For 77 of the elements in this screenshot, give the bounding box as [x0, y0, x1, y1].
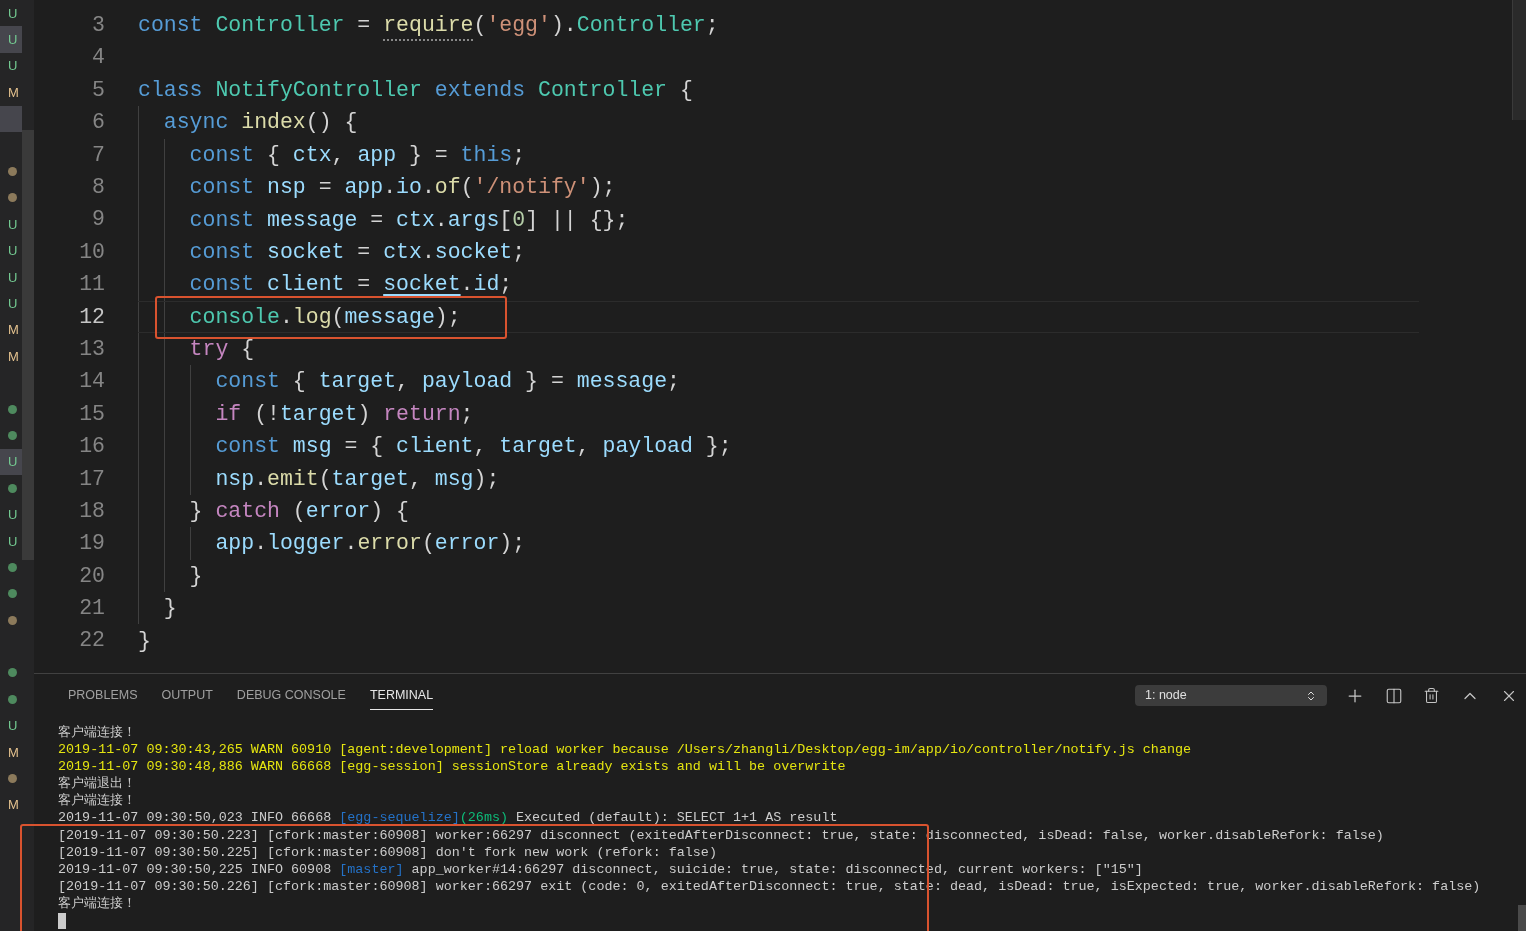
split-icon[interactable]	[1385, 686, 1403, 705]
git-status-letter: M	[8, 745, 19, 759]
line-number: 21	[78, 595, 105, 623]
line-number: 16	[78, 433, 105, 461]
trash-icon[interactable]	[1423, 687, 1440, 704]
code-line: const message = ctx.args[0] || {};	[189, 207, 629, 232]
git-status-letter: M	[8, 798, 19, 812]
explorer-row[interactable]: U	[0, 448, 22, 476]
line-number: 14	[78, 368, 105, 396]
code-line: }	[189, 563, 203, 588]
line-number: 15	[78, 400, 105, 428]
code-line: const { target, payload } = message;	[215, 369, 680, 394]
line-number: 19	[78, 530, 105, 558]
terminal-line: 2019-11-07 09:30:48,886 WARN 66668 [egg-session] sessionStore already exists and will be overwrite	[58, 758, 846, 776]
line-number: 5	[91, 76, 105, 104]
panel-tab[interactable]: OUTPUT	[161, 681, 213, 710]
code-line: const { ctx, app } = this;	[189, 142, 526, 167]
terminal-select[interactable]: 1: node	[1135, 685, 1327, 706]
git-status-letter: U	[8, 534, 18, 548]
line-number: 17	[78, 465, 105, 493]
code-line: const client = socket.id;	[189, 272, 513, 297]
line-number: 20	[78, 562, 105, 590]
git-status-letter: M	[8, 85, 19, 99]
line-number: 4	[91, 44, 105, 72]
terminal-line: 客户端退出！	[58, 775, 136, 793]
terminal-line: 2019-11-07 09:30:43,265 WARN 60910 [agent:development] reload worker because /Users/zhangli/Desktop/egg-im/app/io/controller/notify.js change	[58, 741, 1192, 759]
git-status-letter: M	[8, 349, 19, 363]
line-number: 13	[78, 335, 105, 363]
code-line: const socket = ctx.socket;	[189, 239, 526, 264]
line-number: 12	[78, 303, 105, 331]
git-status-letter: U	[8, 719, 18, 733]
git-status-letter: U	[8, 217, 18, 231]
code-line: nsp.emit(target, msg);	[215, 466, 500, 491]
line-number: 7	[91, 141, 105, 169]
minimap-scrollbar[interactable]	[1512, 0, 1526, 120]
git-status-letter: M	[8, 323, 19, 337]
git-status-letter: U	[8, 59, 18, 73]
line-number: 8	[91, 174, 105, 201]
code-line: }	[138, 628, 151, 653]
git-status-letter: U	[8, 455, 18, 469]
line-number: 18	[78, 497, 105, 525]
code-line: console.log(message);	[189, 304, 461, 329]
code-line: } catch (error) {	[189, 499, 409, 524]
git-status-letter: U	[8, 33, 18, 47]
code-line: }	[163, 596, 177, 621]
code-line: const msg = { client, target, payload };	[215, 434, 732, 459]
terminal-scrollbar[interactable]	[1518, 905, 1526, 931]
line-number: 3	[91, 12, 105, 40]
line-number: 11	[78, 271, 105, 299]
git-status-letter: U	[8, 6, 18, 20]
git-status-letter: U	[8, 508, 18, 522]
explorer-row[interactable]: U	[0, 26, 22, 53]
line-number: 9	[91, 206, 105, 234]
code-line: class NotifyController extends Controller {	[138, 77, 693, 102]
code-line: try {	[189, 337, 255, 362]
line-number: 22	[78, 627, 105, 655]
code-line: const Controller = require('egg').Controller;	[138, 13, 719, 38]
git-status-letter: U	[8, 297, 18, 310]
terminal-line: 2019-11-07 09:30:50,023 INFO 66668 [egg-sequelize](26ms) Executed (default): SELECT 1+1 AS result	[58, 809, 838, 827]
code-line: const nsp = app.io.of('/notify');	[189, 175, 616, 200]
code-line: if (!target) return;	[215, 401, 474, 426]
git-status-letter: U	[8, 244, 18, 258]
terminal-line: 客户端连接！	[58, 894, 136, 913]
code-line: async index() {	[163, 110, 358, 135]
scrollbar-thumb[interactable]	[22, 130, 34, 560]
git-status-letter: U	[8, 270, 18, 284]
terminal-line: [2019-11-07 09:30:50.225] [cfork:master:60908] don't fork new work (refork: false)	[58, 843, 717, 861]
panel-tab[interactable]: PROBLEMS	[68, 681, 138, 710]
terminal-line: 客户端连接！	[58, 792, 136, 810]
updown-icon	[1305, 689, 1317, 702]
terminal-cursor	[58, 913, 66, 930]
panel-tab[interactable]: DEBUG CONSOLE	[236, 681, 346, 710]
terminal-line: 客户端连接！	[58, 724, 136, 742]
panel-tab[interactable]: TERMINAL	[369, 681, 434, 710]
line-number: 6	[91, 109, 105, 137]
code-line: app.logger.error(error);	[215, 531, 526, 556]
line-number: 10	[78, 238, 105, 266]
